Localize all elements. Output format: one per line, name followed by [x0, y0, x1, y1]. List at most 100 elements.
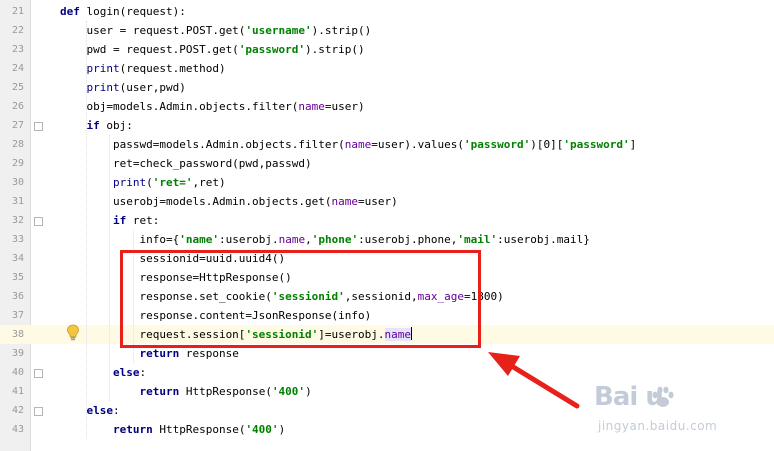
code-line[interactable]: 32 if ret:	[0, 211, 774, 230]
code-text[interactable]: else:	[60, 363, 146, 382]
code-text[interactable]: return HttpResponse('400')	[60, 420, 285, 439]
indent-guide	[109, 135, 110, 401]
code-line[interactable]: 33 info={'name':userobj.name,'phone':use…	[0, 230, 774, 249]
line-number: 40	[11, 367, 24, 378]
code-text[interactable]: return HttpResponse('400')	[60, 382, 312, 401]
baidu-watermark: Bai u jingyan.baidu.com	[592, 382, 770, 436]
code-line[interactable]: 30 print('ret=',ret)	[0, 173, 774, 192]
code-token: 'username'	[245, 24, 312, 37]
code-text[interactable]: if obj:	[60, 116, 133, 135]
code-token: print	[86, 81, 120, 94]
fold-marker[interactable]	[34, 369, 43, 378]
line-number: 26	[11, 101, 24, 112]
code-line[interactable]: 40 else:	[0, 363, 774, 382]
code-token: name	[344, 138, 372, 151]
code-text[interactable]: else:	[60, 401, 120, 420]
line-number: 41	[11, 386, 24, 397]
code-line[interactable]: 31 userobj=models.Admin.objects.get(name…	[0, 192, 774, 211]
code-token: name	[331, 195, 359, 208]
code-text[interactable]: user = request.POST.get('username').stri…	[60, 21, 371, 40]
code-token: '400'	[271, 385, 306, 398]
code-line[interactable]: 26 obj=models.Admin.objects.filter(name=…	[0, 97, 774, 116]
code-text[interactable]: userobj=models.Admin.objects.get(name=us…	[60, 192, 398, 211]
line-number: 31	[11, 196, 24, 207]
fold-marker[interactable]	[34, 217, 43, 226]
code-token: )	[278, 423, 286, 436]
code-line[interactable]: 23 pwd = request.POST.get('password').st…	[0, 40, 774, 59]
code-editor[interactable]: 21 def login(request): 22 user = request.P…	[0, 0, 774, 451]
line-number: 30	[11, 177, 24, 188]
line-number: 28	[11, 139, 24, 150]
code-text[interactable]: def login(request):	[60, 2, 186, 21]
code-token: 'password'	[238, 43, 306, 56]
line-number: 35	[11, 272, 24, 283]
line-number: 34	[11, 253, 24, 264]
code-line[interactable]: 21 def login(request):	[0, 2, 774, 21]
code-token: ret:	[132, 214, 160, 227]
code-token: HttpResponse(	[159, 423, 246, 436]
code-text[interactable]: print(user,pwd)	[60, 78, 186, 97]
code-token: info={	[60, 233, 180, 246]
code-token: return	[112, 423, 160, 436]
code-token: :	[139, 366, 147, 379]
fold-marker[interactable]	[34, 407, 43, 416]
fold-marker[interactable]	[34, 122, 43, 131]
code-token: name	[278, 233, 306, 246]
code-token: =user)	[324, 100, 365, 113]
code-line[interactable]: 25 print(user,pwd)	[0, 78, 774, 97]
code-text[interactable]: print('ret=',ret)	[60, 173, 226, 192]
code-token: login(request):	[86, 5, 186, 18]
code-text[interactable]: obj=models.Admin.objects.filter(name=use…	[60, 97, 365, 116]
code-token: if	[112, 214, 133, 227]
code-token: HttpResponse(	[185, 385, 272, 398]
code-token: )	[305, 385, 312, 398]
code-text[interactable]: passwd=models.Admin.objects.filter(name=…	[60, 135, 636, 154]
code-token: ]	[629, 138, 637, 151]
code-text[interactable]: info={'name':userobj.name,'phone':userob…	[60, 230, 589, 249]
code-token: userobj=models.Admin.objects.get(	[60, 195, 332, 208]
code-token: print	[86, 62, 120, 75]
code-token: user = request.POST.get(	[60, 24, 246, 37]
code-token: print	[112, 176, 147, 189]
code-line[interactable]: 29 ret=check_password(pwd,passwd)	[0, 154, 774, 173]
code-token: '400'	[245, 423, 279, 436]
code-token: 'password'	[464, 138, 531, 151]
code-line[interactable]: 22 user = request.POST.get('username').s…	[0, 21, 774, 40]
indent-guide	[86, 21, 87, 439]
code-token: return	[139, 385, 186, 398]
code-token: ).strip()	[311, 24, 372, 37]
code-line[interactable]: 27 if obj:	[0, 116, 774, 135]
code-line[interactable]: 24 print(request.method)	[0, 59, 774, 78]
code-token: if	[86, 119, 107, 132]
code-token: (user,pwd)	[119, 81, 186, 94]
code-token: name	[298, 100, 325, 113]
line-number: 21	[11, 6, 24, 17]
line-number: 29	[11, 158, 24, 169]
code-text[interactable]: pwd = request.POST.get('password').strip…	[60, 40, 365, 59]
code-text[interactable]: print(request.method)	[60, 59, 226, 78]
code-token: )[0][	[530, 138, 564, 151]
watermark-subtitle: jingyan.baidu.com	[598, 419, 718, 433]
code-token: def	[60, 5, 87, 18]
paw-icon	[652, 386, 674, 407]
code-token: return	[139, 347, 186, 360]
line-number: 25	[11, 82, 24, 93]
line-number: 42	[11, 405, 24, 416]
line-number: 22	[11, 25, 24, 36]
code-token: ).strip()	[305, 43, 365, 56]
line-number: 23	[11, 44, 24, 55]
line-number: 32	[11, 215, 24, 226]
lightbulb-icon[interactable]	[66, 324, 80, 341]
annotation-highlight-box	[120, 250, 481, 348]
code-line[interactable]: 28 passwd=models.Admin.objects.filter(na…	[0, 135, 774, 154]
line-number: 38	[11, 329, 24, 340]
code-token: obj=models.Admin.objects.filter(	[60, 100, 299, 113]
line-number: 27	[11, 120, 24, 131]
code-token: ,ret)	[192, 176, 226, 189]
code-text[interactable]: ret=check_password(pwd,passwd)	[60, 154, 312, 173]
code-token: else	[112, 366, 140, 379]
code-token: =user).values(	[371, 138, 464, 151]
code-token: ret=check_password(pwd,passwd)	[60, 157, 312, 170]
